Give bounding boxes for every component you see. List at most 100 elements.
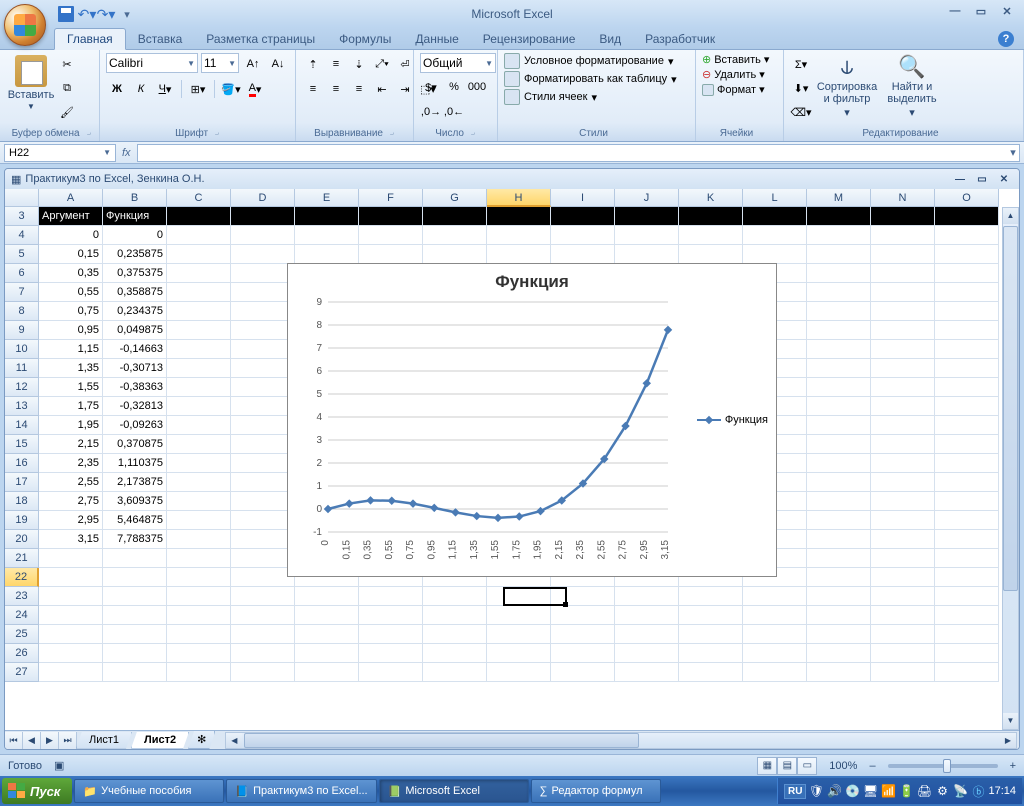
cell[interactable] (359, 606, 423, 625)
row-header[interactable]: 23 (5, 587, 39, 606)
cell[interactable] (359, 245, 423, 264)
cell[interactable] (167, 606, 231, 625)
fbar-expand[interactable]: ▾ (1004, 146, 1022, 159)
cell[interactable] (167, 416, 231, 435)
qat-save[interactable] (56, 4, 76, 24)
cell[interactable]: 2,95 (39, 511, 103, 530)
cell[interactable] (39, 663, 103, 682)
cell[interactable] (679, 644, 743, 663)
cell[interactable] (871, 378, 935, 397)
col-header-K[interactable]: K (679, 189, 743, 207)
cell[interactable] (871, 663, 935, 682)
cell[interactable] (167, 625, 231, 644)
cell[interactable] (807, 245, 871, 264)
cell[interactable]: 0 (39, 226, 103, 245)
tab-developer[interactable]: Разработчик (633, 29, 727, 49)
col-header-G[interactable]: G (423, 189, 487, 207)
cell[interactable] (167, 473, 231, 492)
row-header[interactable]: 12 (5, 378, 39, 397)
cell[interactable] (615, 644, 679, 663)
col-header-F[interactable]: F (359, 189, 423, 207)
cell[interactable] (167, 511, 231, 530)
cell[interactable] (807, 321, 871, 340)
name-box[interactable]: H22▼ (4, 144, 116, 162)
cell[interactable] (871, 568, 935, 587)
cell[interactable]: 0,358875 (103, 283, 167, 302)
cell[interactable] (807, 378, 871, 397)
cell[interactable]: 0 (103, 226, 167, 245)
currency[interactable]: $▾ (420, 76, 442, 98)
zoom-out[interactable]: – (869, 760, 875, 772)
sheet-first[interactable]: ⏮ (5, 732, 23, 749)
cell[interactable] (295, 207, 359, 226)
row-header[interactable]: 4 (5, 226, 39, 245)
cell[interactable]: 2,35 (39, 454, 103, 473)
select-all[interactable] (5, 189, 39, 207)
qat-customize[interactable]: ▾ (117, 4, 137, 24)
cell[interactable]: 0,35 (39, 264, 103, 283)
dec-dec[interactable]: ,0← (443, 101, 465, 123)
cell[interactable] (167, 226, 231, 245)
tray-icon[interactable]: 💿 (844, 783, 860, 799)
cell[interactable] (231, 283, 295, 302)
cell[interactable] (679, 207, 743, 226)
cell[interactable] (231, 416, 295, 435)
cell[interactable]: 1,75 (39, 397, 103, 416)
cell[interactable] (871, 264, 935, 283)
find-select[interactable]: 🔍Найти и выделить▾ (882, 53, 942, 121)
wb-minimize[interactable]: — (951, 172, 969, 186)
cell[interactable] (935, 207, 999, 226)
cell[interactable] (103, 644, 167, 663)
cell[interactable] (935, 568, 999, 587)
cell[interactable] (871, 644, 935, 663)
orient[interactable]: ⤢▾ (371, 53, 393, 75)
underline[interactable]: Ч▾ (154, 78, 176, 100)
cell[interactable] (615, 663, 679, 682)
cell[interactable] (423, 644, 487, 663)
cell[interactable]: 2,75 (39, 492, 103, 511)
cell[interactable] (871, 511, 935, 530)
row-header[interactable]: 24 (5, 606, 39, 625)
cell[interactable] (231, 321, 295, 340)
table-format[interactable]: Форматировать как таблицу ▾ (504, 71, 677, 87)
taskbar-btn-4[interactable]: ∑ Редактор формул (531, 779, 661, 803)
col-header-I[interactable]: I (551, 189, 615, 207)
wb-maximize[interactable]: ▭ (973, 172, 991, 186)
row-header[interactable]: 26 (5, 644, 39, 663)
cell[interactable]: 0,95 (39, 321, 103, 340)
cell[interactable] (231, 226, 295, 245)
row-header[interactable]: 13 (5, 397, 39, 416)
cells-format[interactable]: Формат ▾ (702, 83, 765, 96)
cell[interactable]: 0,375375 (103, 264, 167, 283)
tray-clock[interactable]: 17:14 (988, 785, 1016, 797)
cell[interactable] (167, 302, 231, 321)
close-button[interactable]: ✕ (996, 3, 1018, 19)
cell[interactable]: 3,609375 (103, 492, 167, 511)
cell[interactable] (231, 302, 295, 321)
cell[interactable] (807, 283, 871, 302)
cell[interactable] (935, 321, 999, 340)
cell[interactable] (551, 663, 615, 682)
cell[interactable] (615, 606, 679, 625)
cells-insert[interactable]: ⊕Вставить ▾ (702, 53, 769, 66)
cell[interactable] (231, 549, 295, 568)
cell[interactable] (743, 207, 807, 226)
cell[interactable] (423, 245, 487, 264)
cell[interactable] (807, 226, 871, 245)
cell[interactable] (935, 283, 999, 302)
cell[interactable] (359, 226, 423, 245)
cell[interactable] (39, 625, 103, 644)
cell[interactable] (167, 207, 231, 226)
cell[interactable] (423, 587, 487, 606)
cell[interactable] (167, 340, 231, 359)
cell[interactable] (231, 511, 295, 530)
cell[interactable] (167, 644, 231, 663)
cell[interactable] (551, 226, 615, 245)
col-header-C[interactable]: C (167, 189, 231, 207)
cell[interactable] (679, 587, 743, 606)
cell[interactable] (231, 663, 295, 682)
cell[interactable] (551, 625, 615, 644)
view-break[interactable]: ▭ (797, 757, 817, 775)
cell[interactable] (935, 340, 999, 359)
minimize-button[interactable]: — (944, 3, 966, 19)
